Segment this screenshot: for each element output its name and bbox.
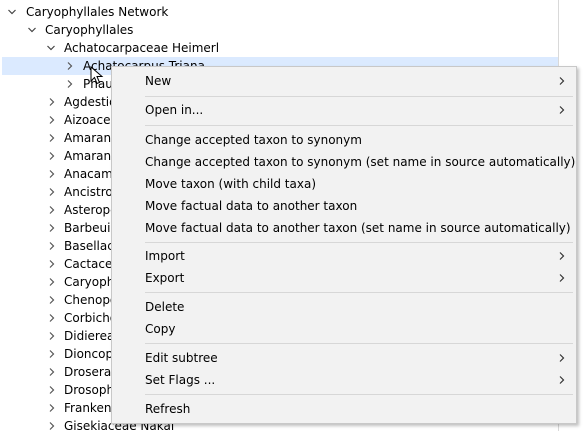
chevron-down-icon[interactable] (7, 3, 17, 21)
menu-item-new[interactable]: New (112, 70, 576, 92)
menu-item-label: New (145, 74, 172, 88)
submenu-arrow-icon (558, 99, 566, 121)
submenu-arrow-icon (558, 70, 566, 92)
chevron-right-icon[interactable] (47, 129, 57, 147)
tree-node-root[interactable]: Caryophyllales Network (0, 3, 558, 21)
menu-separator (145, 125, 573, 126)
chevron-right-icon[interactable] (47, 273, 57, 291)
submenu-arrow-icon (558, 347, 566, 369)
chevron-right-icon[interactable] (47, 309, 57, 327)
menu-separator (145, 96, 573, 97)
menu-item-label: Edit subtree (145, 351, 218, 365)
chevron-right-icon[interactable] (47, 345, 57, 363)
chevron-right-icon[interactable] (47, 255, 57, 273)
menu-item-label: Copy (145, 322, 176, 336)
menu-item-move-factual-data[interactable]: Move factual data to another taxon (112, 195, 576, 217)
menu-item-delete[interactable]: Delete (112, 296, 576, 318)
chevron-right-icon[interactable] (47, 381, 57, 399)
menu-item-label: Move taxon (with child taxa) (145, 177, 316, 191)
submenu-arrow-icon (558, 245, 566, 267)
chevron-right-icon[interactable] (65, 75, 75, 93)
mouse-cursor-icon (90, 66, 104, 85)
chevron-right-icon[interactable] (47, 417, 57, 431)
menu-item-label: Set Flags ... (145, 373, 216, 387)
menu-separator (145, 292, 573, 293)
chevron-right-icon[interactable] (47, 183, 57, 201)
chevron-right-icon[interactable] (47, 147, 57, 165)
tree-node-order[interactable]: Caryophyllales (0, 21, 558, 39)
menu-item-edit-subtree[interactable]: Edit subtree (112, 347, 576, 369)
menu-item-label: Import (145, 249, 185, 263)
chevron-right-icon[interactable] (47, 165, 57, 183)
menu-item-move-taxon[interactable]: Move taxon (with child taxa) (112, 173, 576, 195)
menu-separator (145, 394, 573, 395)
menu-item-open-in[interactable]: Open in... (112, 99, 576, 121)
context-menu[interactable]: New Open in... Change accepted taxon to … (111, 66, 577, 424)
menu-separator (145, 242, 573, 243)
menu-item-change-to-synonym-auto[interactable]: Change accepted taxon to synonym (set na… (112, 151, 576, 173)
chevron-right-icon[interactable] (47, 399, 57, 417)
menu-item-label: Export (145, 271, 185, 285)
menu-item-copy[interactable]: Copy (112, 318, 576, 340)
menu-item-label: Refresh (145, 402, 191, 416)
chevron-down-icon[interactable] (27, 21, 37, 39)
chevron-right-icon[interactable] (47, 219, 57, 237)
menu-item-label: Move factual data to another taxon (145, 199, 358, 213)
menu-item-import[interactable]: Import (112, 245, 576, 267)
chevron-right-icon[interactable] (47, 111, 57, 129)
chevron-right-icon[interactable] (65, 57, 75, 75)
menu-separator (145, 343, 573, 344)
tree-node-label: Caryophyllales Network (26, 5, 169, 19)
chevron-right-icon[interactable] (47, 291, 57, 309)
chevron-right-icon[interactable] (47, 363, 57, 381)
menu-item-change-to-synonym[interactable]: Change accepted taxon to synonym (112, 129, 576, 151)
submenu-arrow-icon (558, 267, 566, 289)
submenu-arrow-icon (558, 369, 566, 391)
menu-item-refresh[interactable]: Refresh (112, 398, 576, 420)
chevron-right-icon[interactable] (47, 237, 57, 255)
menu-item-label: Change accepted taxon to synonym (145, 133, 362, 147)
chevron-right-icon[interactable] (47, 327, 57, 345)
chevron-right-icon[interactable] (47, 93, 57, 111)
menu-item-label: Change accepted taxon to synonym (set na… (145, 155, 576, 169)
menu-item-label: Open in... (145, 103, 204, 117)
chevron-down-icon[interactable] (46, 39, 56, 57)
menu-item-label: Delete (145, 300, 185, 314)
tree-node-family[interactable]: Achatocarpaceae Heimerl (0, 39, 558, 57)
menu-item-set-flags[interactable]: Set Flags ... (112, 369, 576, 391)
menu-item-label: Move factual data to another taxon (set … (145, 221, 571, 235)
tree-node-label: Achatocarpaceae Heimerl (64, 41, 220, 55)
tree-node-label: Caryophyllales (45, 23, 134, 37)
chevron-right-icon[interactable] (47, 201, 57, 219)
menu-item-move-factual-data-auto[interactable]: Move factual data to another taxon (set … (112, 217, 576, 239)
menu-item-export[interactable]: Export (112, 267, 576, 289)
